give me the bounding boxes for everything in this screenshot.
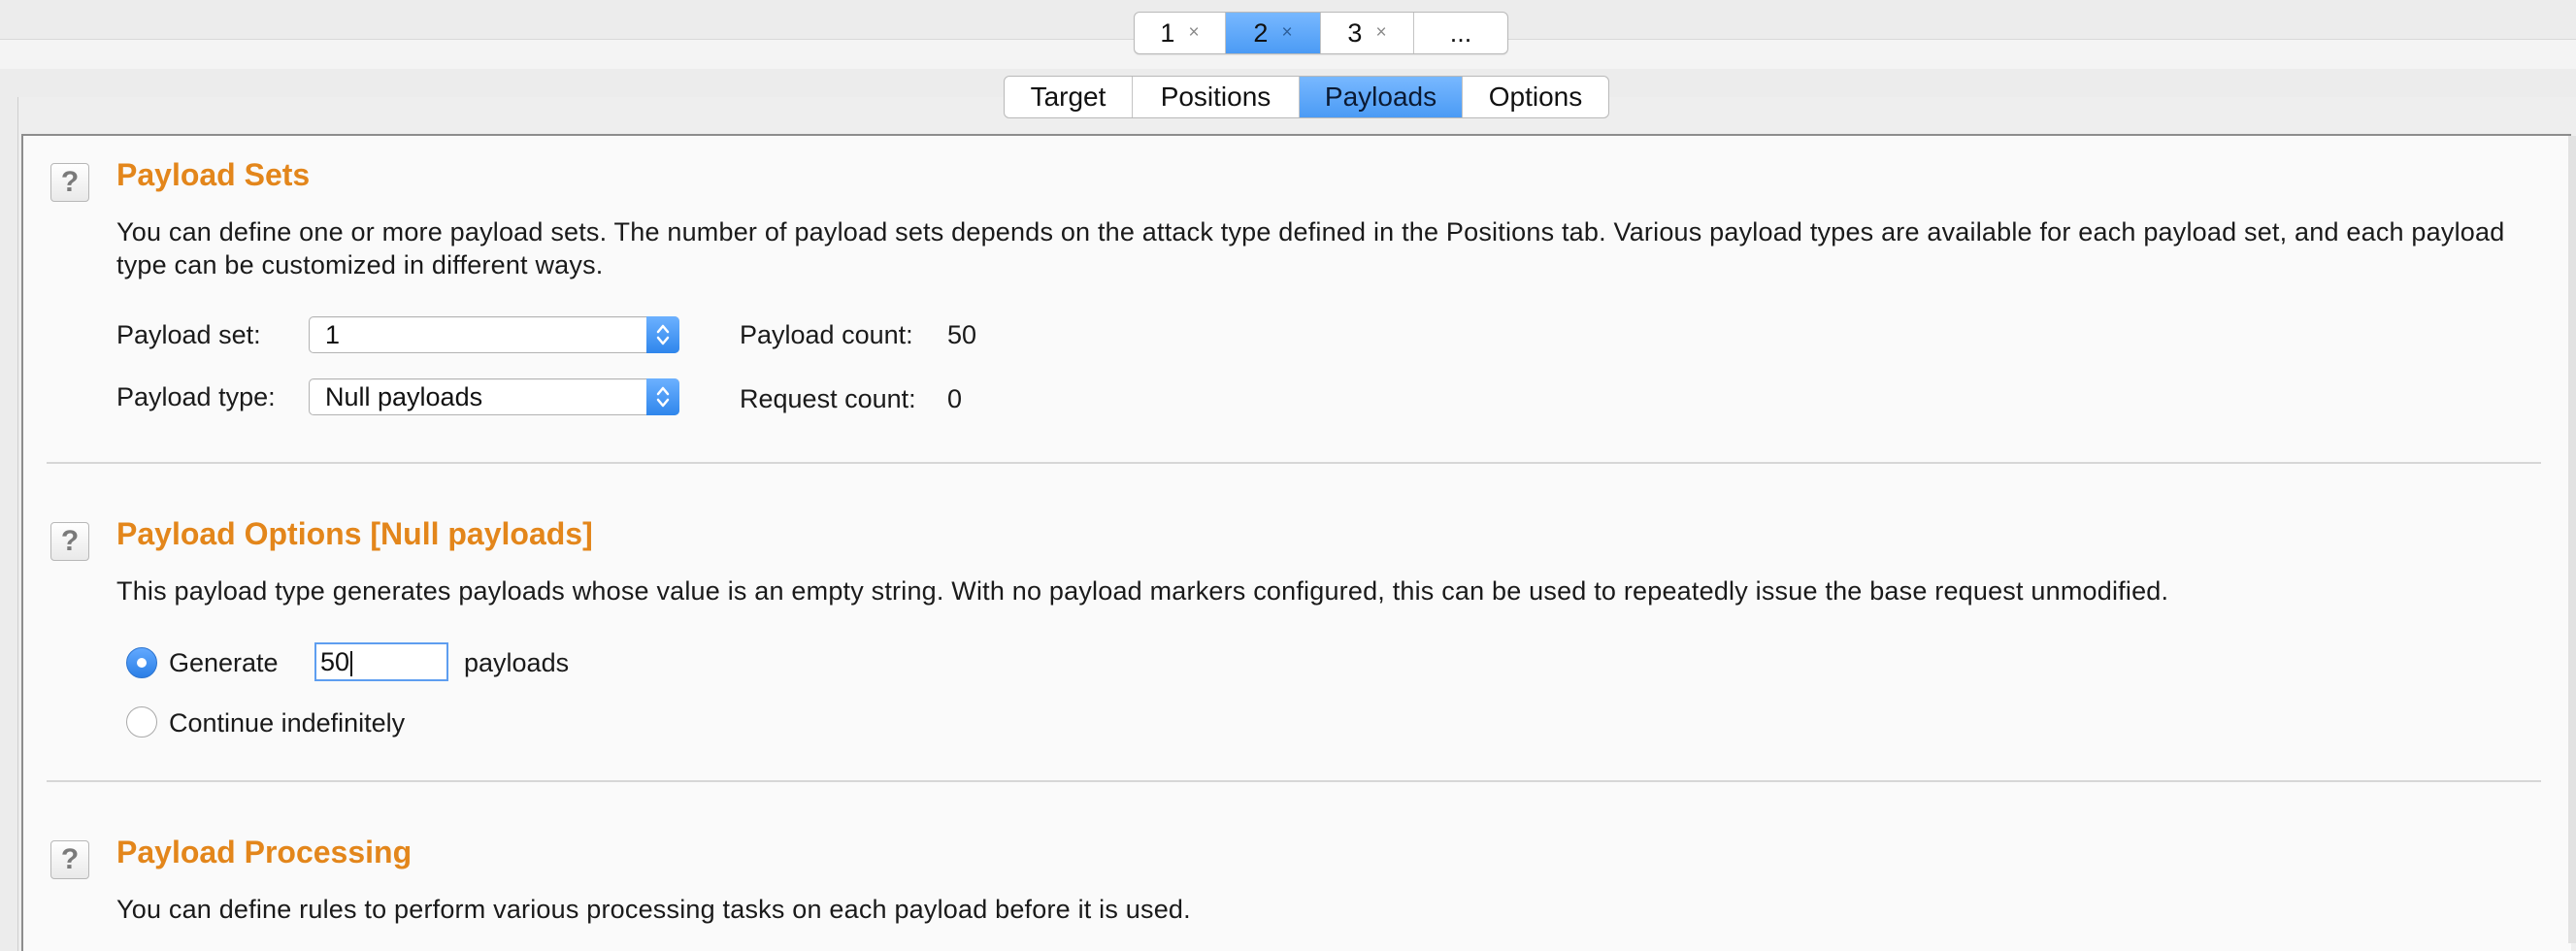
generate-label: Generate [169, 648, 279, 677]
section-title-payload-sets: Payload Sets [116, 157, 311, 192]
payload-set-select[interactable]: 1 [309, 316, 679, 353]
section-divider [47, 780, 2541, 782]
continue-indefinitely-radio[interactable] [126, 706, 157, 738]
continue-indefinitely-label: Continue indefinitely [169, 708, 406, 738]
payload-type-select[interactable]: Null payloads [309, 378, 679, 415]
close-icon[interactable]: × [1281, 22, 1292, 44]
request-count-value: 0 [947, 384, 963, 413]
attack-tab-label: 1 [1160, 17, 1175, 48]
attack-tab-label: 2 [1253, 17, 1269, 48]
tab-options[interactable]: Options [1463, 77, 1608, 117]
vertical-scrollbar[interactable] [2568, 136, 2576, 943]
payload-options-description: This payload type generates payloads who… [116, 576, 2169, 606]
payload-count-value: 50 [947, 320, 977, 349]
section-title-payload-options: Payload Options [Null payloads] [116, 516, 593, 551]
generate-count-value: 50 [320, 647, 350, 676]
payloads-suffix-label: payloads [464, 648, 570, 677]
section-divider [47, 462, 2541, 464]
attack-tab-2[interactable]: 2 × [1226, 13, 1321, 53]
attack-tabs: 1 × 2 × 3 × ... [1134, 12, 1508, 54]
select-arrows-icon [646, 378, 679, 415]
request-count-label: Request count: [740, 384, 916, 413]
text-caret [350, 650, 353, 676]
help-icon[interactable]: ? [50, 522, 89, 561]
tab-payloads[interactable]: Payloads [1300, 77, 1463, 117]
close-icon[interactable]: × [1375, 22, 1386, 44]
payload-processing-description: You can define rules to perform various … [116, 895, 1191, 924]
help-icon[interactable]: ? [50, 840, 89, 879]
payload-type-value: Null payloads [325, 382, 483, 411]
payload-set-label: Payload set: [116, 320, 261, 349]
more-tabs-label: ... [1449, 17, 1472, 48]
close-icon[interactable]: × [1188, 22, 1199, 44]
tab-target[interactable]: Target [1005, 77, 1133, 117]
generate-radio[interactable] [126, 647, 157, 678]
payload-set-value: 1 [325, 320, 341, 349]
attack-tab-3[interactable]: 3 × [1321, 13, 1414, 53]
select-arrows-icon [646, 316, 679, 353]
attack-tab-more[interactable]: ... [1414, 13, 1507, 53]
payload-sets-description: You can define one or more payload sets.… [116, 217, 2505, 279]
help-icon[interactable]: ? [50, 163, 89, 202]
payload-count-label: Payload count: [740, 320, 913, 349]
generate-count-input[interactable]: 50 [314, 642, 448, 681]
tab-positions[interactable]: Positions [1133, 77, 1300, 117]
attack-tab-label: 3 [1347, 17, 1363, 48]
sub-tabs: Target Positions Payloads Options [1004, 76, 1609, 118]
section-title-payload-processing: Payload Processing [116, 835, 413, 869]
attack-tab-1[interactable]: 1 × [1135, 13, 1226, 53]
payload-type-label: Payload type: [116, 382, 276, 411]
